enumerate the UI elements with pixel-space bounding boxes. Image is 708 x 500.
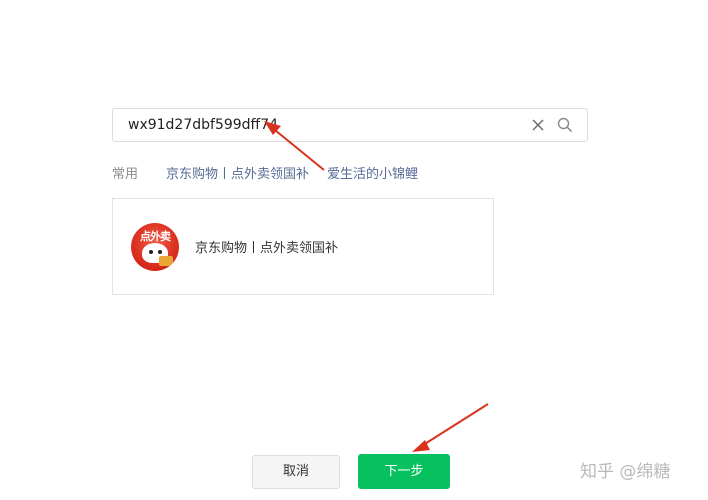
arrow-to-search: [264, 121, 325, 171]
zhihu-watermark: 知乎 @绵糖: [580, 462, 671, 482]
annotation-arrows: [264, 121, 489, 452]
arrow-to-next: [412, 403, 489, 452]
